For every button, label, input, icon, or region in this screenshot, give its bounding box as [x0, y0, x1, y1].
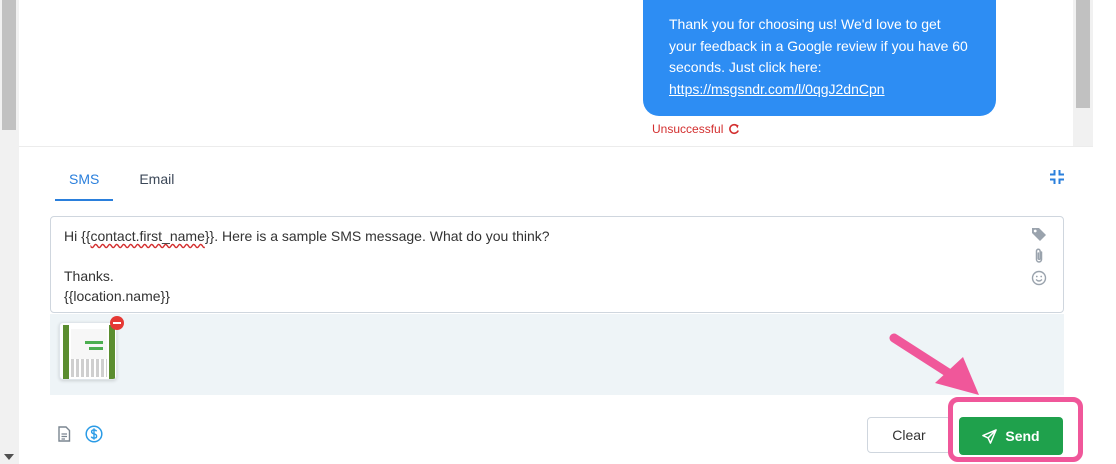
message-composer: SMS Email Hi {{contact.first_name}}. Her… [19, 146, 1093, 464]
attachment-image [63, 325, 115, 379]
clear-button[interactable]: Clear [867, 417, 951, 453]
conversation-panel: Thank you for choosing us! We'd love to … [0, 0, 1116, 464]
composer-footer-tools [57, 425, 103, 443]
pink-arrow-annotation [889, 333, 979, 395]
message-line: Thank you for choosing us! We'd love to … [669, 16, 941, 32]
document-icon[interactable] [57, 426, 71, 442]
editor-line-3: Thanks. [64, 268, 114, 284]
right-margin [1093, 0, 1116, 464]
paper-plane-icon [982, 428, 998, 444]
left-scrollbar[interactable] [0, 0, 19, 464]
sms-message-input[interactable]: Hi {{contact.first_name}}. Here is a sam… [50, 216, 1064, 313]
send-button[interactable]: Send [959, 417, 1063, 455]
spellcheck-word: contact.first_name [90, 228, 205, 244]
editor-line-2 [64, 246, 1050, 266]
collapse-icon[interactable] [1049, 169, 1065, 185]
chat-scrollbar-thumb[interactable] [1076, 0, 1090, 108]
review-link[interactable]: https://msgsndr.com/l/0qgJ2dnCpn [669, 79, 970, 101]
smiley-icon[interactable] [1031, 269, 1047, 287]
remove-attachment-icon[interactable] [110, 316, 124, 330]
outgoing-message-bubble: Thank you for choosing us! We'd love to … [643, 0, 996, 116]
dollar-icon[interactable] [85, 425, 103, 443]
channel-tabs: SMS Email [55, 165, 188, 201]
message-status: Unsuccessful [652, 122, 740, 136]
status-text: Unsuccessful [652, 122, 724, 136]
scroll-down-arrow-icon[interactable] [4, 454, 14, 460]
editor-line-4: {{location.name}} [64, 288, 170, 304]
message-line: your feedback in a Google review if you … [669, 37, 968, 54]
chat-scrollbar[interactable] [1073, 0, 1093, 146]
message-line: seconds. Just click here: [669, 59, 822, 75]
chat-history: Thank you for choosing us! We'd love to … [19, 0, 1073, 146]
tab-email[interactable]: Email [125, 165, 188, 201]
paperclip-icon[interactable] [1031, 247, 1047, 265]
attachment-thumbnail[interactable] [59, 322, 117, 380]
left-scrollbar-thumb[interactable] [2, 0, 16, 130]
editor-line-1: Hi {{contact.first_name}}. Here is a sam… [64, 228, 550, 244]
retry-icon[interactable] [728, 123, 740, 135]
send-label: Send [1005, 428, 1040, 444]
editor-tools [1031, 225, 1047, 287]
tag-icon[interactable] [1031, 225, 1047, 243]
tab-sms[interactable]: SMS [55, 165, 114, 201]
